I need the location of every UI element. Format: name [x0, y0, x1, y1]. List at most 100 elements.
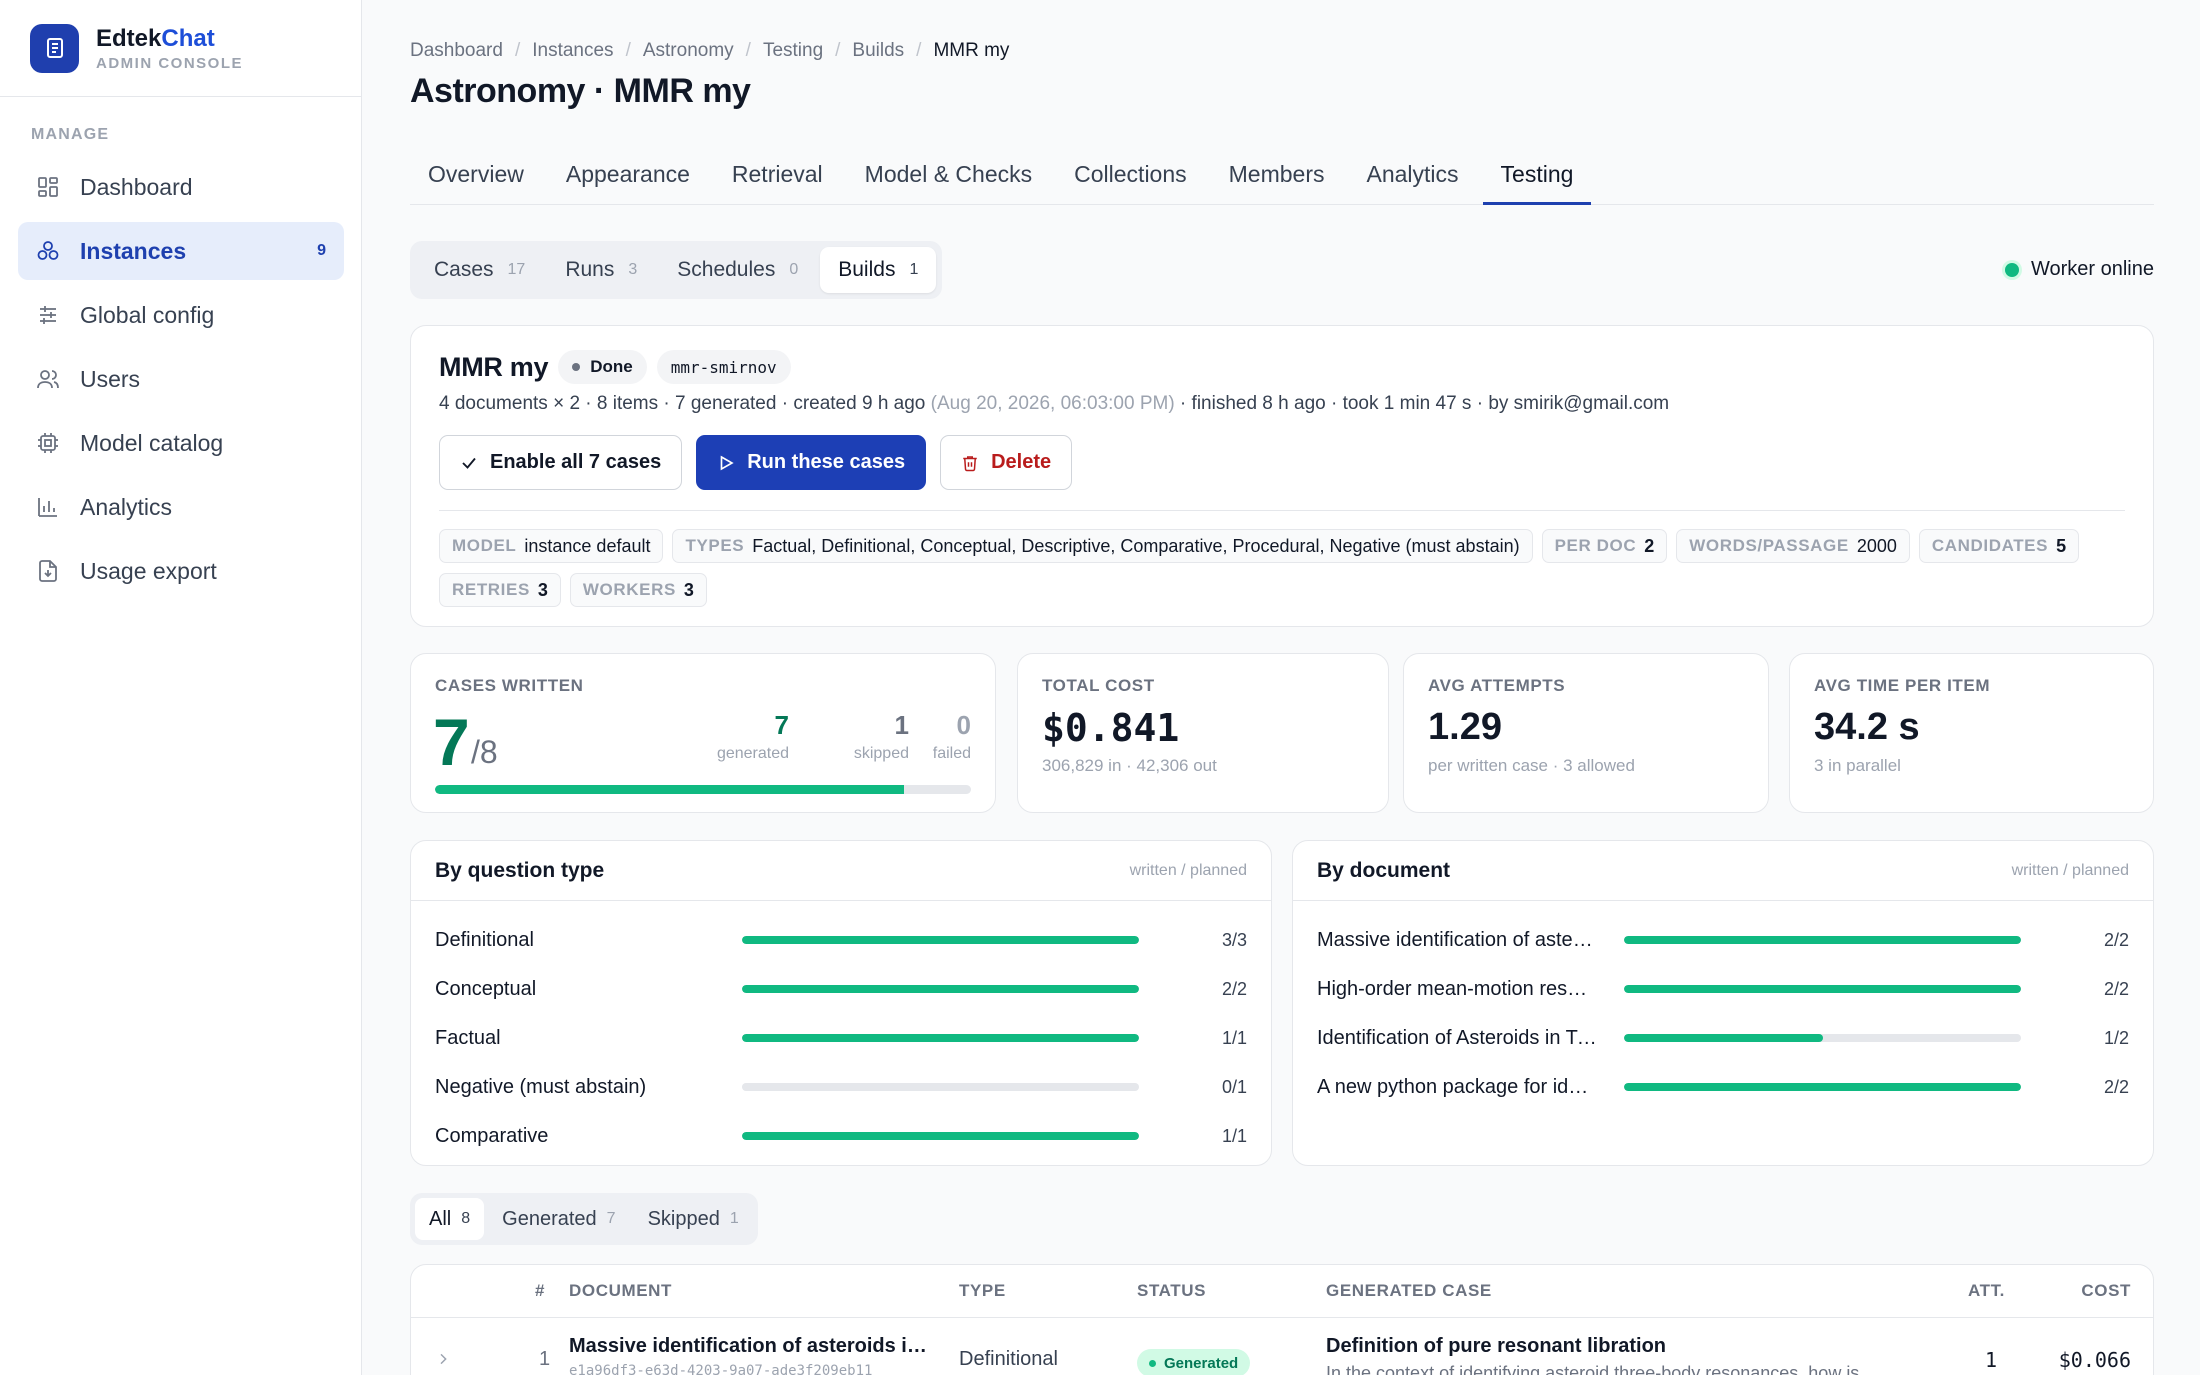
- nav-section-label: MANAGE: [31, 126, 110, 143]
- stat-label: CASES WRITTEN: [435, 676, 584, 695]
- status-badge-label: Done: [590, 357, 633, 376]
- param-workers: WORKERS 3: [569, 573, 707, 607]
- tab-appearance[interactable]: Appearance: [548, 152, 708, 205]
- grid-icon: [38, 177, 58, 197]
- card-title: By document: [1317, 858, 1451, 882]
- subtab-label: Schedules: [677, 258, 776, 281]
- param-value: 3: [537, 579, 548, 600]
- filter-generated[interactable]: Generated 7: [488, 1198, 629, 1240]
- page-title: Astronomy · MMR my: [410, 72, 751, 110]
- breakdown-row-ratio: 0/1: [1221, 1076, 1247, 1097]
- subtab-cases[interactable]: Cases 17: [416, 247, 543, 293]
- button-label: Delete: [991, 451, 1052, 473]
- breadcrumb-link[interactable]: Astronomy: [643, 40, 734, 62]
- tab-model-checks[interactable]: Model & Checks: [847, 152, 1050, 205]
- build-meta-detail: · finished 8 h ago · took 1 min 47 s · b…: [1174, 393, 1670, 414]
- sidebar-item-analytics[interactable]: Analytics: [18, 478, 344, 536]
- users-icon: [37, 370, 59, 389]
- tab-analytics[interactable]: Analytics: [1349, 152, 1477, 205]
- sidebar-item-dashboard[interactable]: Dashboard: [18, 158, 344, 216]
- breadcrumb-link[interactable]: Testing: [763, 40, 823, 62]
- case-filters: All 8 Generated 7 Skipped 1: [410, 1193, 758, 1245]
- param-value: instance default: [524, 535, 651, 556]
- column-header-type[interactable]: TYPE: [959, 1281, 1006, 1301]
- filter-label: Skipped: [647, 1207, 720, 1230]
- column-header-status[interactable]: STATUS: [1137, 1281, 1206, 1301]
- button-label: Run these cases: [747, 451, 906, 473]
- tab-retrieval[interactable]: Retrieval: [714, 152, 841, 205]
- sidebar-item-global-config[interactable]: Global config: [18, 286, 344, 344]
- subtab-label: Runs: [565, 258, 615, 281]
- filter-all[interactable]: All 8: [415, 1198, 485, 1240]
- breakdown-row-ratio: 2/2: [2103, 929, 2129, 950]
- tab-overview[interactable]: Overview: [410, 152, 542, 205]
- breakdown-row: Massive identification of asteroids in t…: [1317, 925, 2129, 955]
- generated-count: 7: [774, 710, 789, 740]
- by-question-type-card: By question type written / planned Defin…: [410, 840, 1272, 1166]
- build-tag: mmr-smirnov: [656, 350, 791, 384]
- status-dot-icon: [1149, 1359, 1156, 1367]
- param-value: 5: [2056, 535, 2067, 556]
- column-header-generated-case[interactable]: GENERATED CASE: [1326, 1281, 1492, 1301]
- tab-collections[interactable]: Collections: [1056, 152, 1205, 205]
- subtab-builds[interactable]: Builds 1: [820, 247, 937, 293]
- button-label: Enable all 7 cases: [490, 451, 662, 473]
- brand[interactable]: EdtekChat ADMIN CONSOLE: [0, 0, 361, 97]
- row-case-snippet: In the context of identifying asteroid t…: [1326, 1363, 1860, 1375]
- progress-fill: [1624, 985, 2021, 993]
- sidebar-item-instances[interactable]: Instances 9: [18, 222, 344, 280]
- sidebar-item-usage-export[interactable]: Usage export: [18, 542, 344, 600]
- subtab-runs[interactable]: Runs 3: [547, 247, 655, 293]
- column-header-document[interactable]: DOCUMENT: [569, 1281, 672, 1301]
- run-cases-button[interactable]: Run these cases: [696, 435, 927, 490]
- stat-label: TOTAL COST: [1042, 676, 1155, 695]
- testing-subtabs: Cases 17 Runs 3 Schedules 0 Builds 1: [410, 241, 943, 299]
- param-key: WORKERS: [582, 580, 676, 599]
- filter-skipped[interactable]: Skipped 1: [634, 1198, 753, 1240]
- row-attempts: 1: [1984, 1348, 1997, 1372]
- logo-book-icon: [30, 23, 79, 73]
- breadcrumb-link[interactable]: Dashboard: [410, 40, 503, 62]
- instance-tabs: Overview Appearance Retrieval Model & Ch…: [410, 152, 2154, 205]
- subtab-schedules[interactable]: Schedules 0: [659, 247, 816, 293]
- sidebar-nav: Dashboard Instances 9 Global config User…: [18, 158, 344, 606]
- subtab-count: 3: [628, 261, 638, 278]
- filter-label: All: [429, 1207, 452, 1230]
- check-icon: [462, 457, 476, 469]
- param-key: TYPES: [685, 536, 745, 555]
- progress-fill: [1624, 1034, 1823, 1042]
- cases-planned-value: /8: [471, 734, 498, 770]
- status-badge: Done: [558, 350, 647, 384]
- stat-avg-time: AVG TIME PER ITEM 34.2 s 3 in parallel: [1789, 653, 2154, 813]
- sidebar-item-model-catalog[interactable]: Model catalog: [18, 414, 344, 472]
- breakdown-progress-bar: [1624, 936, 2021, 944]
- delete-build-button[interactable]: Delete: [940, 435, 1073, 490]
- param-key: RETRIES: [452, 580, 530, 599]
- breakdown-progress-bar: [742, 936, 1139, 944]
- build-actions: Enable all 7 cases Run these cases Delet…: [439, 435, 1073, 490]
- column-header-cost[interactable]: COST: [2081, 1281, 2131, 1301]
- skipped-label: skipped: [853, 745, 909, 762]
- breakdown-row-name: Massive identification of asteroids in t…: [1317, 928, 1597, 951]
- subtab-count: 17: [507, 261, 526, 278]
- tab-testing[interactable]: Testing: [1482, 152, 1592, 205]
- stat-skipped: 1 skipped: [854, 710, 909, 763]
- breakdown-row-ratio: 2/2: [2103, 1076, 2129, 1097]
- tab-members[interactable]: Members: [1211, 152, 1343, 205]
- column-header-attempts[interactable]: ATT.: [1968, 1281, 2005, 1301]
- breadcrumb-separator: /: [835, 40, 841, 61]
- sidebar-item-users[interactable]: Users: [18, 350, 344, 408]
- chevron-right-icon[interactable]: [435, 1351, 451, 1367]
- status-dot-icon: [572, 363, 581, 371]
- sidebar: EdtekChat ADMIN CONSOLE MANAGE Dashboard…: [0, 0, 362, 1375]
- breakdown-progress-bar: [1624, 1034, 2021, 1042]
- breadcrumb-link[interactable]: Instances: [532, 40, 613, 62]
- breakdown-row-name: Factual: [435, 1026, 501, 1049]
- chip-icon: [38, 433, 58, 453]
- param-key: WORDS/PASSAGE: [1689, 536, 1849, 555]
- param-types: TYPES Factual, Definitional, Conceptual, …: [672, 529, 1533, 563]
- breadcrumb-link[interactable]: Builds: [852, 40, 904, 62]
- divider: [411, 1317, 2153, 1318]
- enable-all-cases-button[interactable]: Enable all 7 cases: [439, 435, 683, 490]
- card-title: By question type: [435, 858, 605, 882]
